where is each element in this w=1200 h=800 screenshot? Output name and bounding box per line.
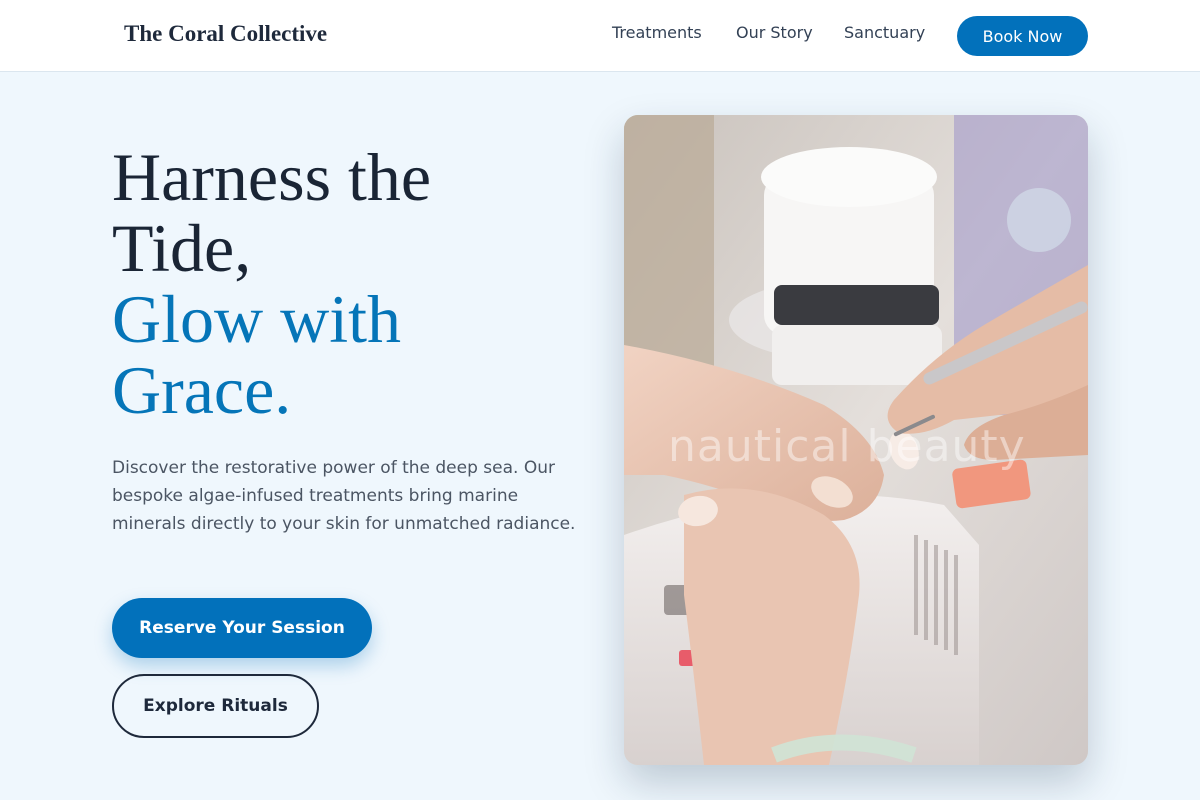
hero-heading: Harness the Tide, Glow with Grace.	[112, 142, 592, 426]
hero-heading-line-1: Harness the	[112, 139, 432, 215]
hero-heading-accent-line-2: Grace.	[112, 352, 292, 428]
reserve-session-button[interactable]: Reserve Your Session	[112, 598, 372, 658]
nav-link-our-story[interactable]: Our Story	[736, 23, 813, 42]
explore-rituals-button[interactable]: Explore Rituals	[112, 674, 319, 738]
nav-link-sanctuary[interactable]: Sanctuary	[844, 23, 925, 42]
hero-heading-line-2: Tide,	[112, 210, 252, 286]
nav-link-treatments[interactable]: Treatments	[612, 23, 702, 42]
brand-logo[interactable]: The Coral Collective	[124, 21, 327, 47]
image-watermark: nautical beauty	[668, 421, 1026, 472]
hero-description: Discover the restorative power of the de…	[112, 458, 576, 534]
site-header: The Coral Collective Treatments Our Stor…	[0, 0, 1200, 72]
hero-photo: nautical beauty	[624, 115, 1088, 765]
hero-heading-accent-line-1: Glow with	[112, 281, 401, 357]
book-now-button[interactable]: Book Now	[957, 16, 1088, 56]
